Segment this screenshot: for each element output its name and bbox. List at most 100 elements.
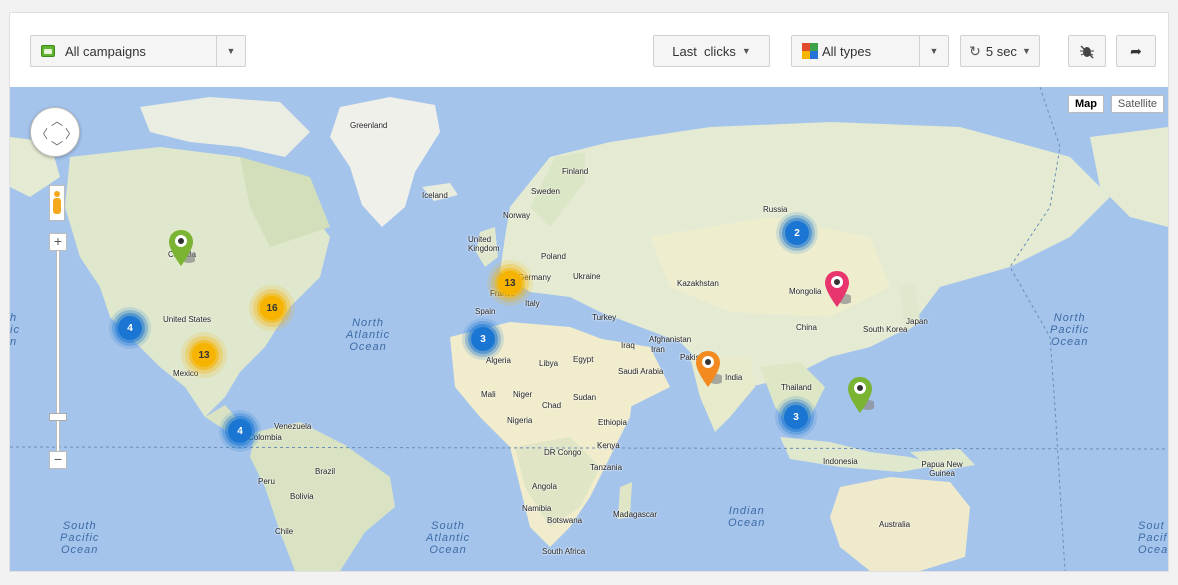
country-label: Namibia <box>522 504 552 513</box>
country-label: Chad <box>542 401 562 410</box>
zoom-slider-track[interactable] <box>56 251 60 451</box>
country-label: Kazakhstan <box>677 279 719 288</box>
chevron-right-icon[interactable]: 〉 <box>65 125 77 142</box>
country-label: Angola <box>532 482 557 491</box>
country-label: Russia <box>763 205 788 214</box>
country-label: Greenland <box>350 121 388 130</box>
map-landmass <box>10 87 1168 571</box>
street-view-pegman-icon[interactable] <box>49 185 65 221</box>
folder-icon <box>41 45 55 57</box>
location-pin-icon[interactable] <box>846 375 876 415</box>
share-icon: ➦ <box>1130 42 1142 59</box>
types-grid-icon <box>802 43 818 59</box>
country-label: Norway <box>503 211 531 220</box>
country-label: Peru <box>258 477 275 486</box>
last-clicks-select[interactable]: Last clicks ▼ <box>653 35 770 67</box>
map-panel: All campaigns ▼ Last clicks ▼ All types … <box>9 12 1169 572</box>
ocean-label: Indian Ocean <box>728 505 766 529</box>
country-label: Ethiopia <box>598 418 627 427</box>
click-cluster-marker[interactable]: 16 <box>260 296 284 320</box>
country-label: Thailand <box>781 383 812 392</box>
country-label: India <box>725 373 743 382</box>
bug-icon <box>1080 45 1094 59</box>
country-label: Saudi Arabia <box>618 367 664 376</box>
country-label: Ukraine <box>573 272 601 281</box>
click-cluster-marker[interactable]: 13 <box>498 271 522 295</box>
ocean-label: North Pacific Ocean <box>1050 312 1090 348</box>
country-label: Iceland <box>422 191 448 200</box>
pan-control[interactable]: ︿ ﹀ 〈 〉 <box>30 107 80 157</box>
country-label: Mexico <box>173 369 199 378</box>
country-label: Tanzania <box>590 463 623 472</box>
country-label: Papua New Guinea <box>921 460 963 478</box>
location-pin-icon[interactable] <box>823 269 853 309</box>
click-cluster-marker[interactable]: 2 <box>785 221 809 245</box>
chevron-down-icon: ▼ <box>741 46 751 56</box>
country-label: Madagascar <box>613 510 658 519</box>
country-label: Venezuela <box>274 422 312 431</box>
country-label: Niger <box>513 390 533 399</box>
country-label: Sweden <box>531 187 560 196</box>
ocean-label: South Pacific Ocean <box>60 520 100 556</box>
country-label: Bolivia <box>290 492 314 501</box>
country-label: Mali <box>481 390 496 399</box>
location-pin-icon[interactable] <box>694 349 724 389</box>
chevron-down-icon[interactable]: ▼ <box>920 46 948 56</box>
campaign-select[interactable]: All campaigns ▼ <box>30 35 246 67</box>
share-button[interactable]: ➦ <box>1116 35 1156 67</box>
zoom-in-button[interactable]: + <box>49 233 67 251</box>
country-label: Mongolia <box>789 287 822 296</box>
country-label: Australia <box>879 520 911 529</box>
country-label: Brazil <box>315 467 336 476</box>
country-label: Libya <box>539 359 559 368</box>
click-cluster-marker[interactable]: 4 <box>228 419 252 443</box>
refresh-icon: ↻ <box>969 42 981 59</box>
country-label: Turkey <box>592 313 617 322</box>
click-cluster-marker[interactable]: 4 <box>118 316 142 340</box>
ocean-label: h ic n <box>10 312 20 348</box>
types-select-label: All types <box>822 43 872 59</box>
country-label: Poland <box>541 252 566 261</box>
last-clicks-label: Last clicks <box>672 43 736 59</box>
country-label: Indonesia <box>823 457 858 466</box>
country-label: South Africa <box>542 547 586 556</box>
world-map[interactable]: Map Satellite ︿ ﹀ 〈 〉 + − Greenland Icela… <box>10 87 1168 571</box>
chevron-up-icon[interactable]: ︿ <box>51 112 63 129</box>
refresh-interval-select[interactable]: ↻ 5 sec ▼ <box>960 35 1040 67</box>
country-label: Italy <box>525 299 540 308</box>
chevron-down-icon[interactable]: ▼ <box>217 46 245 56</box>
country-label: Japan <box>906 317 928 326</box>
country-label: Spain <box>475 307 496 316</box>
map-type-map-button[interactable]: Map <box>1068 95 1104 113</box>
types-select[interactable]: All types ▼ <box>791 35 949 67</box>
country-label: Iraq <box>621 341 635 350</box>
zoom-slider-handle[interactable] <box>49 413 67 421</box>
country-label: Botswana <box>547 516 583 525</box>
country-label: Iran <box>651 345 665 354</box>
country-label: Algeria <box>486 356 511 365</box>
bug-button[interactable] <box>1068 35 1106 67</box>
campaign-select-label: All campaigns <box>65 43 146 59</box>
country-label: Chile <box>275 527 294 536</box>
country-label: Finland <box>562 167 589 176</box>
ocean-label: South Atlantic Ocean <box>426 520 471 556</box>
toolbar: All campaigns ▼ Last clicks ▼ All types … <box>10 13 1168 87</box>
country-label: Kenya <box>597 441 620 450</box>
country-label: Afghanistan <box>649 335 692 344</box>
refresh-interval-label: 5 sec <box>985 43 1017 59</box>
country-label: Germany <box>518 273 551 282</box>
zoom-out-button[interactable]: − <box>49 451 67 469</box>
click-cluster-marker[interactable]: 3 <box>784 405 808 429</box>
country-label: Nigeria <box>507 416 533 425</box>
map-type-satellite-button[interactable]: Satellite <box>1110 95 1164 113</box>
country-label: Colombia <box>248 433 282 442</box>
chevron-down-icon[interactable]: ﹀ <box>51 138 63 155</box>
location-pin-icon[interactable] <box>167 228 197 268</box>
ocean-label: Sout Pacif Ocea <box>1138 520 1168 556</box>
country-label: Sudan <box>573 393 597 402</box>
click-cluster-marker[interactable]: 3 <box>471 327 495 351</box>
ocean-label: North Atlantic Ocean <box>346 317 391 353</box>
country-label: United States <box>163 315 212 324</box>
click-cluster-marker[interactable]: 13 <box>192 343 216 367</box>
chevron-left-icon[interactable]: 〈 <box>36 125 48 142</box>
